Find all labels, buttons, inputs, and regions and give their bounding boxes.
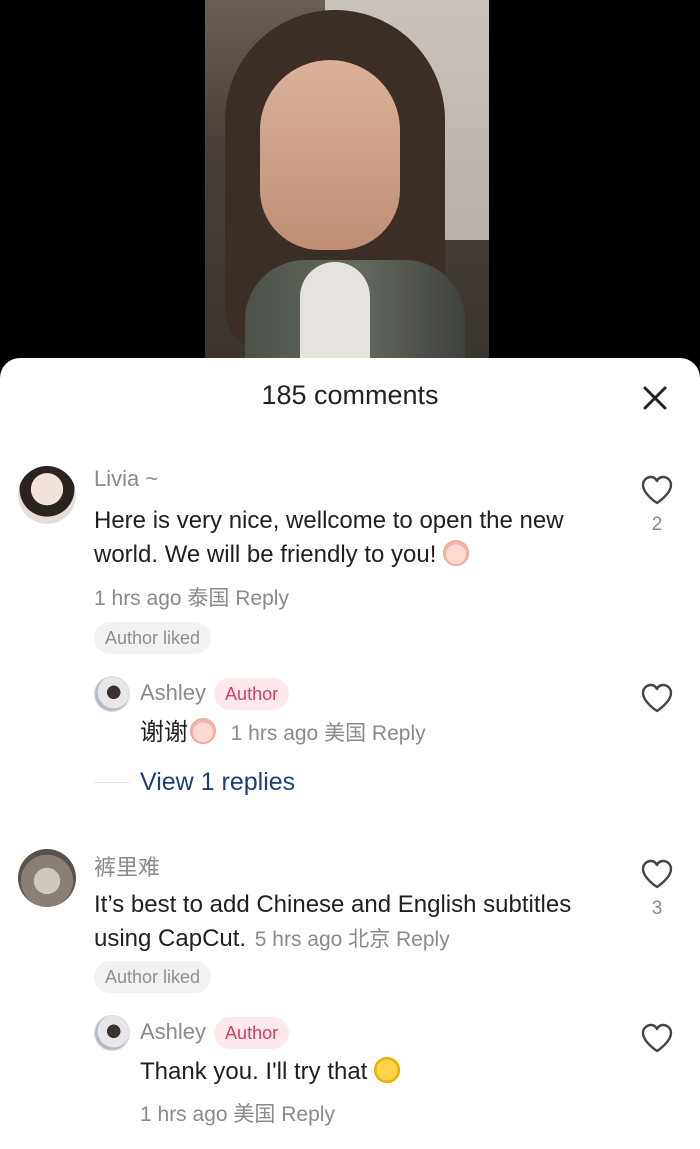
comment-location: 泰国 xyxy=(187,587,230,610)
comment-location: 北京 xyxy=(348,928,391,951)
comment-text: It’s best to add Chinese and English sub… xyxy=(94,888,624,957)
heart-outline-icon[interactable] xyxy=(640,1022,674,1054)
comment-text-line: Here is very nice, wellcome to open the … xyxy=(94,507,564,534)
reply-button[interactable]: Reply xyxy=(396,928,450,951)
comment-time: 5 hrs ago xyxy=(254,928,343,951)
author-liked-badge: Author liked xyxy=(94,622,212,654)
heart-outline-icon[interactable] xyxy=(640,858,674,890)
smile-emoji-icon xyxy=(374,1057,401,1083)
video-frame xyxy=(205,0,489,360)
reply-button[interactable]: Reply xyxy=(235,587,289,610)
divider-line xyxy=(94,782,130,783)
view-replies-button[interactable]: View 1 replies xyxy=(94,768,295,802)
comment-text-line: world. We will be friendly to you! xyxy=(94,541,437,568)
avatar[interactable] xyxy=(18,849,76,907)
reply-location: 美国 xyxy=(324,722,367,745)
reply-text: Thank you. I'll try that xyxy=(140,1058,368,1085)
comment-text-line: It’s best to add Chinese and English sub… xyxy=(94,891,572,918)
reply-location: 美国 xyxy=(233,1103,276,1126)
heart-outline-icon[interactable] xyxy=(640,682,674,714)
view-replies-label: View 1 replies xyxy=(140,768,296,796)
avatar[interactable] xyxy=(94,676,130,712)
reply-time: 1 hrs ago xyxy=(140,1103,228,1126)
reply-time: 1 hrs ago xyxy=(230,722,319,745)
close-icon[interactable] xyxy=(637,380,673,416)
comment-username[interactable]: 裤里难 xyxy=(94,850,160,882)
comment-username[interactable]: Livia ~ xyxy=(94,466,158,492)
author-badge: Author xyxy=(214,1017,290,1050)
comment-count: 185 comments xyxy=(261,380,439,410)
comment-text: Here is very nice, wellcome to open the … xyxy=(94,504,614,572)
comment-meta: 5 hrs ago 北京 Reply xyxy=(255,928,450,951)
author-liked-badge: Author liked xyxy=(94,961,212,993)
reply-meta: 1 hrs ago 美国 Reply xyxy=(140,1098,335,1128)
like-count: 3 xyxy=(651,898,663,919)
comments-header: 185 comments xyxy=(0,358,700,438)
video-player[interactable] xyxy=(0,0,700,360)
comment-text-line: using CapCut. xyxy=(94,925,247,952)
emoji-icon xyxy=(190,718,216,744)
reply-text-row: Thank you. I'll try that xyxy=(140,1055,401,1089)
heart-outline-icon[interactable] xyxy=(640,474,674,506)
reply-text-row: 谢谢 1 hrs ago 美国 Reply xyxy=(140,716,426,751)
comments-sheet: 185 comments Livia ~ Here is very nice, … xyxy=(0,358,700,1149)
reply-username-row: Ashley Author xyxy=(140,1016,290,1050)
reply-button[interactable]: Reply xyxy=(372,722,426,745)
author-badge: Author xyxy=(214,678,290,711)
avatar[interactable] xyxy=(18,466,76,524)
avatar[interactable] xyxy=(94,1015,130,1051)
reply-button[interactable]: Reply xyxy=(281,1103,335,1126)
reply-username[interactable]: Ashley xyxy=(140,1019,206,1044)
reply-text: 谢谢 xyxy=(140,719,188,746)
comment-meta: 1 hrs ago 泰国 Reply xyxy=(94,582,289,612)
comment-time: 1 hrs ago xyxy=(94,587,182,610)
emoji-icon xyxy=(443,540,470,566)
reply-username-row: Ashley Author xyxy=(140,677,290,711)
reply-username[interactable]: Ashley xyxy=(140,680,206,705)
reply-meta: 1 hrs ago 美国 Reply xyxy=(231,722,426,745)
like-count: 2 xyxy=(651,514,663,535)
